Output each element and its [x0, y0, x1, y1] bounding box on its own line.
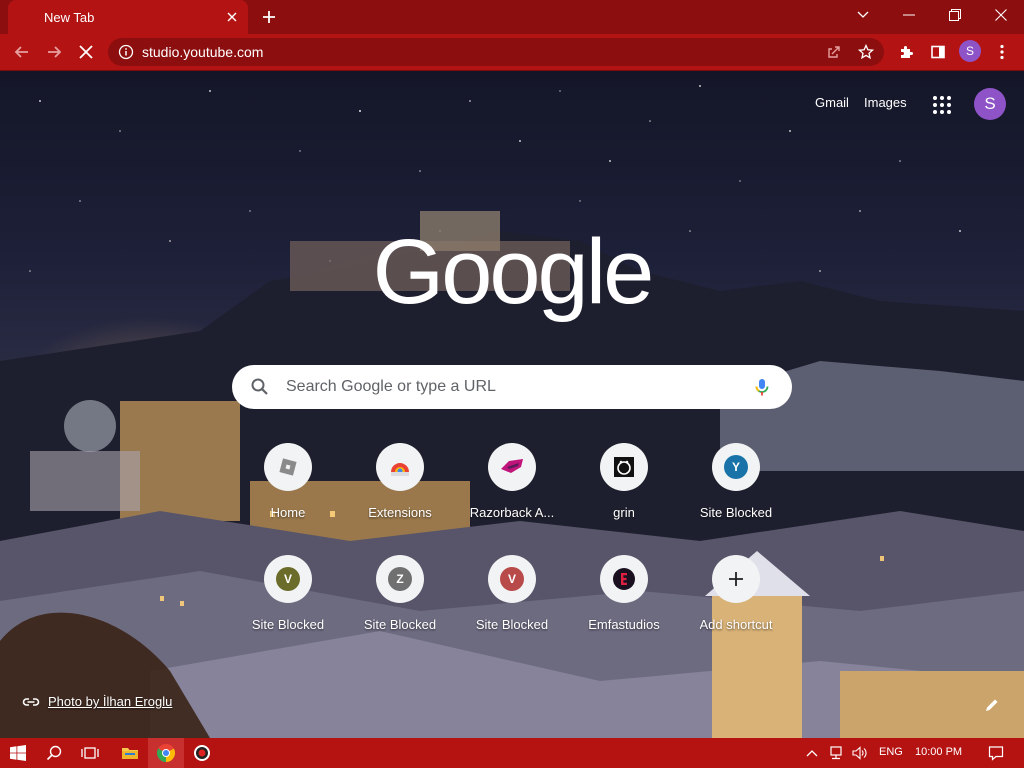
shortcut-tile[interactable]: grin	[568, 443, 680, 543]
shortcut-label: Emfastudios	[588, 617, 660, 632]
stop-loading-button[interactable]	[72, 38, 100, 66]
file-explorer-icon[interactable]	[112, 738, 148, 768]
language-indicator[interactable]: ENG	[879, 746, 903, 758]
shortcut-icon-circle	[264, 443, 312, 491]
notification-center-icon[interactable]	[978, 738, 1014, 768]
add-shortcut-tile[interactable]: Add shortcut	[680, 555, 792, 655]
shortcut-label: Add shortcut	[699, 617, 773, 632]
back-button[interactable]	[8, 38, 36, 66]
search-icon	[251, 378, 268, 395]
show-hidden-icons-icon[interactable]	[800, 738, 824, 768]
address-bar[interactable]: studio.youtube.com	[108, 38, 884, 66]
side-panel-icon[interactable]	[926, 40, 950, 64]
photo-credit-link[interactable]: Photo by İlhan Eroglu	[22, 694, 172, 709]
customize-pencil-icon[interactable]	[984, 697, 1000, 713]
shortcut-icon-circle: Z	[376, 555, 424, 603]
shortcut-tile[interactable]: Home	[232, 443, 344, 543]
shortcut-label: Site Blocked	[699, 505, 773, 520]
tab-title: New Tab	[44, 9, 95, 25]
photo-credit-text: Photo by İlhan Eroglu	[48, 694, 173, 709]
recording-app-icon[interactable]	[184, 738, 220, 768]
shortcut-label: Extensions	[368, 505, 432, 520]
grin-icon	[614, 457, 634, 477]
clock-time[interactable]: 10:00 PM	[915, 746, 962, 758]
razorback-icon	[501, 459, 523, 473]
windows-start-icon[interactable]	[0, 738, 36, 768]
site-info-icon[interactable]	[118, 44, 134, 60]
volume-icon[interactable]	[848, 738, 872, 768]
browser-toolbar: studio.youtube.com S	[0, 34, 1024, 71]
new-tab-page: Gmail Images S Google Search Google or t…	[0, 71, 1024, 738]
shortcut-letter-icon: Z	[388, 567, 412, 591]
restore-button[interactable]	[932, 0, 978, 30]
shortcut-icon-circle	[488, 443, 536, 491]
shortcut-letter-icon: Y	[724, 455, 748, 479]
shortcut-label: Razorback A...	[469, 505, 555, 520]
shortcut-icon-circle	[376, 443, 424, 491]
google-account-avatar[interactable]: S	[974, 88, 1006, 120]
bookmark-star-icon[interactable]	[854, 40, 878, 64]
plus-icon	[729, 572, 743, 586]
tab-new-tab[interactable]: New Tab	[8, 0, 248, 34]
tab-close-icon[interactable]	[224, 9, 240, 25]
shortcut-icon-circle: V	[488, 555, 536, 603]
gmail-link[interactable]: Gmail	[815, 95, 849, 110]
shortcut-label: grin	[613, 505, 635, 520]
shortcut-tile[interactable]: Razorback A...	[456, 443, 568, 543]
images-link[interactable]: Images	[864, 95, 907, 110]
link-icon	[22, 697, 40, 706]
shortcut-letter-icon: V	[500, 567, 524, 591]
shortcut-label: Site Blocked	[251, 617, 325, 632]
shortcut-tile[interactable]: Y Site Blocked	[680, 443, 792, 543]
shortcut-tile[interactable]: V Site Blocked	[232, 555, 344, 655]
browser-menu-icon[interactable]	[990, 40, 1014, 64]
extensions-puzzle-icon[interactable]	[894, 40, 918, 64]
tab-search-icon[interactable]	[840, 0, 886, 30]
forward-button[interactable]	[40, 38, 68, 66]
network-icon[interactable]	[824, 738, 848, 768]
shortcut-icon-circle: Y	[712, 443, 760, 491]
shortcut-label: Site Blocked	[475, 617, 549, 632]
shortcut-tile[interactable]: Emfastudios	[568, 555, 680, 655]
search-box[interactable]	[232, 365, 792, 409]
voice-search-mic-icon[interactable]	[752, 377, 772, 397]
google-logo: Google	[373, 221, 652, 323]
emfastudios-icon	[613, 568, 635, 590]
tab-strip: New Tab	[0, 0, 1024, 34]
profile-avatar-toolbar[interactable]: S	[959, 40, 981, 62]
google-logo-text: Google	[373, 221, 652, 323]
tab-favicon-icon	[20, 9, 36, 25]
minimize-button[interactable]	[886, 0, 932, 30]
shortcut-icon-circle: V	[264, 555, 312, 603]
shortcut-letter-icon: V	[276, 567, 300, 591]
roblox-icon	[279, 458, 297, 476]
chrome-web-store-icon	[391, 463, 409, 476]
new-tab-button[interactable]	[258, 6, 280, 28]
shortcut-label: Home	[270, 505, 306, 520]
google-apps-icon[interactable]	[932, 95, 952, 115]
search-input[interactable]	[284, 377, 752, 397]
chrome-taskbar-icon[interactable]	[148, 738, 184, 768]
shortcut-icon-circle	[600, 443, 648, 491]
shortcut-tile[interactable]: Extensions	[344, 443, 456, 543]
address-bar-url: studio.youtube.com	[142, 44, 264, 60]
shortcut-tile[interactable]: V Site Blocked	[456, 555, 568, 655]
task-view-icon[interactable]	[72, 738, 108, 768]
windows-taskbar: ENG 10:00 PM	[0, 738, 1024, 768]
shortcut-icon-circle	[600, 555, 648, 603]
close-window-button[interactable]	[978, 0, 1024, 30]
shortcut-label: Site Blocked	[363, 617, 437, 632]
taskbar-search-icon[interactable]	[36, 738, 72, 768]
shortcut-tile[interactable]: Z Site Blocked	[344, 555, 456, 655]
share-icon[interactable]	[822, 40, 846, 64]
shortcut-icon-circle	[712, 555, 760, 603]
